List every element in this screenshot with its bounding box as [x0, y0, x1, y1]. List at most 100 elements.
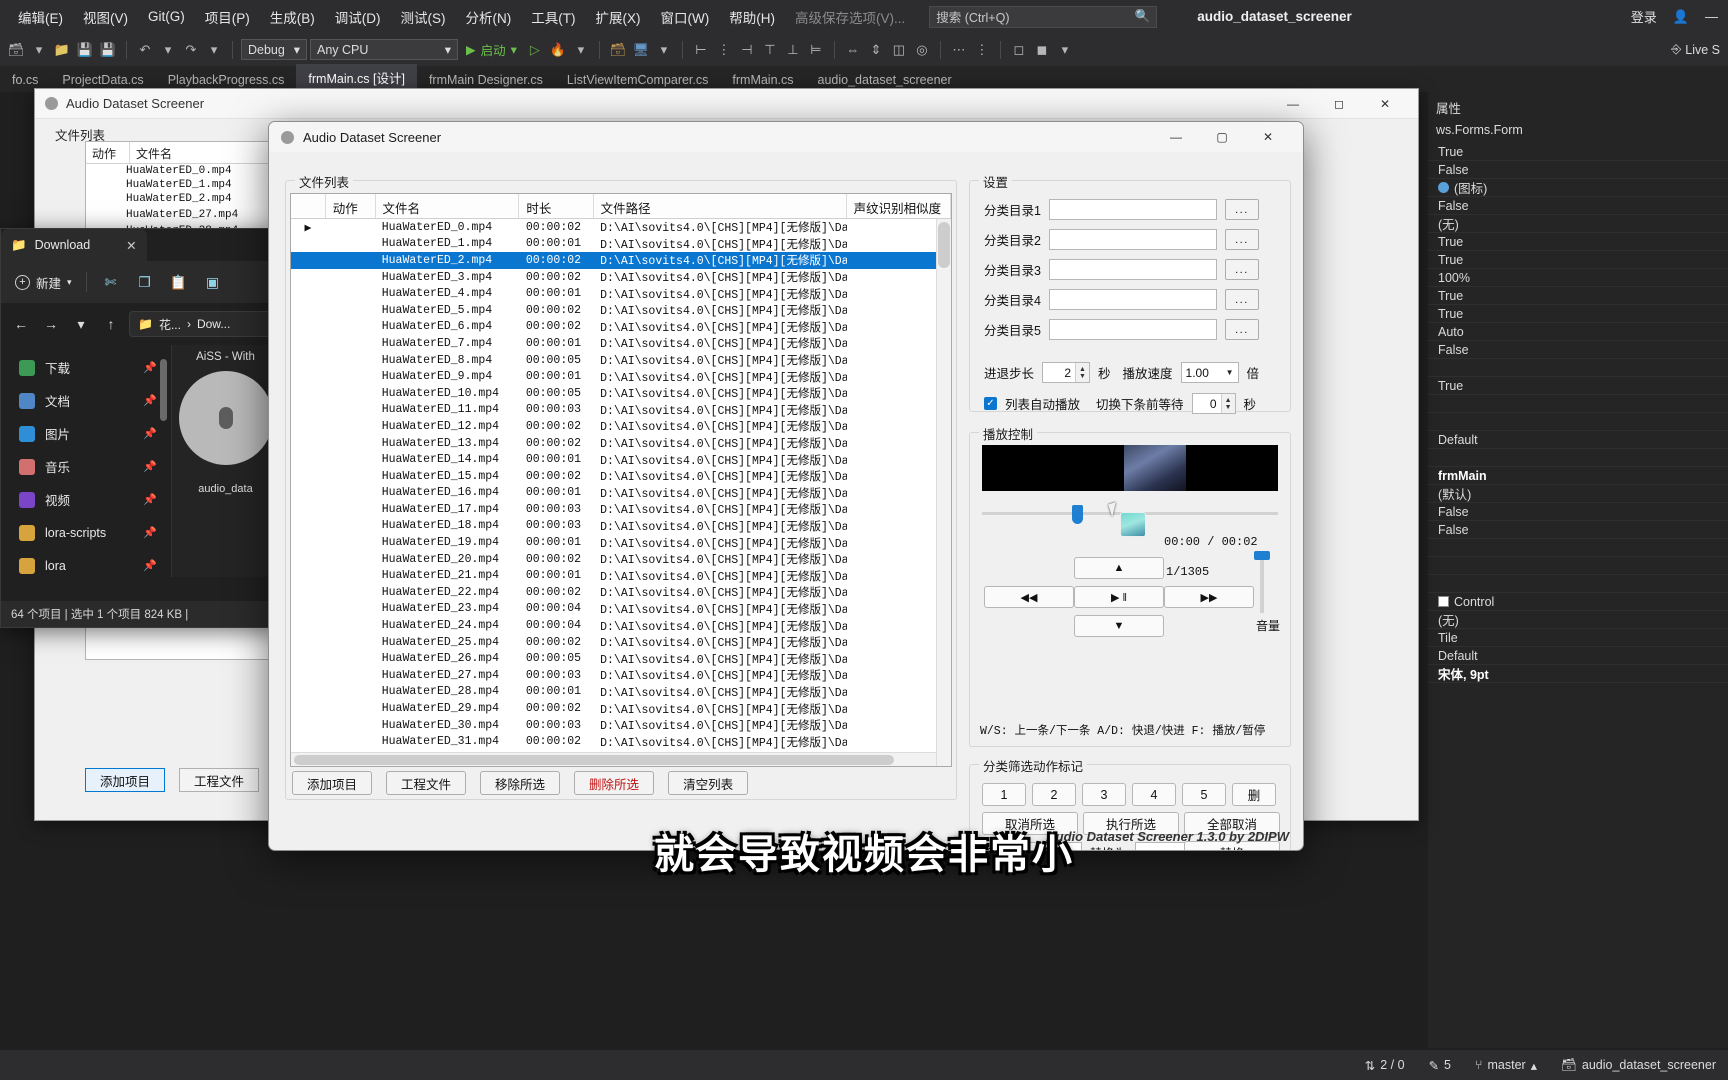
category-dir-browse-4[interactable]: ...: [1224, 289, 1259, 310]
table-row[interactable]: HuaWaterED_4.mp4 00:00:01 D:\AI\sovits4.0\…: [291, 285, 951, 302]
paste-icon[interactable]: 📋: [163, 270, 195, 294]
explorer-new-button[interactable]: + 新建 ▾: [9, 273, 78, 292]
align-centers-icon[interactable]: ⋮: [714, 40, 734, 60]
breadcrumb-item-2[interactable]: Dow...: [197, 317, 230, 331]
file-listview-hscroll-thumb[interactable]: [294, 755, 894, 765]
volume-slider-thumb[interactable]: [1254, 551, 1270, 560]
property-row[interactable]: (无): [1428, 611, 1728, 629]
property-row[interactable]: 宋体, 9pt: [1428, 665, 1728, 683]
property-row[interactable]: False: [1428, 341, 1728, 359]
align-middles-icon[interactable]: ⊥: [783, 40, 803, 60]
file-listview-vscrollbar[interactable]: [936, 219, 951, 766]
status-pending-changes[interactable]: ⇅ 2 / 0: [1353, 1058, 1417, 1073]
toolbar-overflow-icon[interactable]: ▾: [1055, 40, 1075, 60]
table-row[interactable]: HuaWaterED_25.mp4 00:00:02 D:\AI\sovits4.0…: [291, 634, 951, 651]
pin-icon[interactable]: 📌: [143, 460, 157, 473]
dialog-titlebar[interactable]: Audio Dataset Screener — ▢ ✕: [269, 122, 1303, 152]
pin-icon[interactable]: 📌: [143, 559, 157, 572]
open-folder-icon[interactable]: 📁: [52, 40, 72, 60]
property-row[interactable]: Default: [1428, 431, 1728, 449]
chevron-down-icon[interactable]: ▾: [204, 40, 224, 60]
table-row[interactable]: HuaWaterED_13.mp4 00:00:02 D:\AI\sovits4.0…: [291, 435, 951, 452]
column-action[interactable]: 动作: [326, 194, 376, 218]
menu-item-project[interactable]: 项目(P): [195, 3, 260, 31]
pin-icon[interactable]: 📌: [143, 394, 157, 407]
table-row[interactable]: HuaWaterED_18.mp4 00:00:03 D:\AI\sovits4.0…: [291, 518, 951, 535]
background-close-button[interactable]: ✕: [1362, 89, 1408, 119]
category-dir-browse-5[interactable]: ...: [1224, 319, 1259, 340]
category-dir-input-5[interactable]: [1048, 319, 1217, 340]
category-dir-input-3[interactable]: [1048, 259, 1217, 280]
column-duration[interactable]: 时长: [519, 194, 594, 218]
menu-item-debug[interactable]: 调试(D): [325, 3, 391, 31]
category-dir-input-4[interactable]: [1048, 289, 1217, 310]
property-row[interactable]: True: [1428, 287, 1728, 305]
table-row[interactable]: HuaWaterED_29.mp4 00:00:02 D:\AI\sovits4.0…: [291, 700, 951, 717]
autoplay-checkbox[interactable]: ✓: [984, 397, 997, 410]
menu-item-tools[interactable]: 工具(T): [521, 3, 585, 31]
table-row[interactable]: HuaWaterED_9.mp4 00:00:01 D:\AI\sovits4.0\…: [291, 368, 951, 385]
table-row[interactable]: HuaWaterED_21.mp4 00:00:01 D:\AI\sovits4.0…: [291, 567, 951, 584]
explorer-file-name[interactable]: audio_data: [172, 483, 279, 495]
video-preview[interactable]: [982, 445, 1278, 491]
table-row[interactable]: HuaWaterED_19.mp4 00:00:01 D:\AI\sovits4.0…: [291, 534, 951, 551]
column-similarity[interactable]: 声纹识别相似度: [847, 194, 951, 218]
project-file-button[interactable]: 工程文件: [386, 771, 467, 795]
file-listview[interactable]: 动作 文件名 时长 文件路径 声纹识别相似度 ▶ HuaWaterED_0.mp4…: [290, 193, 952, 767]
column-indicator[interactable]: [291, 194, 326, 218]
make-same-size-icon[interactable]: ◫: [889, 40, 909, 60]
property-row[interactable]: False: [1428, 521, 1728, 539]
back-icon[interactable]: ←: [9, 312, 33, 336]
chevron-down-icon[interactable]: ▾: [654, 40, 674, 60]
play-pause-button[interactable]: ▶ ‖: [1074, 586, 1164, 608]
file-explorer-window[interactable]: 📁 Download ✕ + 新建 ▾ ✄ ❐ 📋 ▣ ← → ▾ ↑ 📁 花.…: [0, 228, 280, 628]
property-row[interactable]: True: [1428, 143, 1728, 161]
align-tops-icon[interactable]: ⊤: [760, 40, 780, 60]
explorer-content-pane[interactable]: AiSS - With audio_data: [171, 345, 279, 577]
table-row[interactable]: HuaWaterED_10.mp4 00:00:05 D:\AI\sovits4.0…: [291, 385, 951, 402]
category-dir-input-2[interactable]: [1048, 229, 1217, 250]
chevron-down-icon[interactable]: ▾: [29, 40, 49, 60]
sidebar-item-lora-scripts[interactable]: lora-scripts 📌: [1, 516, 171, 549]
make-same-height-icon[interactable]: ⇕: [866, 40, 886, 60]
category-dir-browse-3[interactable]: ...: [1224, 259, 1259, 280]
property-row[interactable]: [1428, 395, 1728, 413]
align-bottoms-icon[interactable]: ⊨: [806, 40, 826, 60]
prev-track-button[interactable]: ▲: [1074, 557, 1164, 579]
property-row[interactable]: [1428, 557, 1728, 575]
save-all-icon[interactable]: 💾: [98, 40, 118, 60]
remove-selected-button[interactable]: 移除所选: [480, 771, 561, 795]
background-maximize-button[interactable]: ◻: [1316, 89, 1362, 119]
platform-combo[interactable]: Any CPU ▾: [310, 39, 458, 60]
property-row[interactable]: False: [1428, 161, 1728, 179]
sidebar-item-下载[interactable]: 下载 📌: [1, 351, 171, 384]
menu-item-test[interactable]: 测试(S): [391, 3, 456, 31]
property-grid[interactable]: True False (图标) False (无) True True 100% True Tru…: [1428, 143, 1728, 683]
cut-icon[interactable]: ✄: [95, 270, 127, 294]
background-add-item-button[interactable]: 添加项目: [85, 768, 166, 792]
table-row[interactable]: HuaWaterED_28.mp4 00:00:01 D:\AI\sovits4.0…: [291, 684, 951, 701]
table-row[interactable]: HuaWaterED_7.mp4 00:00:01 D:\AI\sovits4.0\…: [291, 335, 951, 352]
property-row[interactable]: False: [1428, 503, 1728, 521]
start-debug-button[interactable]: ▶ 启动 ▾: [461, 40, 522, 59]
forward-icon[interactable]: →: [39, 312, 63, 336]
table-row[interactable]: HuaWaterED_14.mp4 00:00:01 D:\AI\sovits4.0…: [291, 451, 951, 468]
build-configuration-combo[interactable]: Debug ▾: [241, 39, 307, 60]
explorer-tab-close-icon[interactable]: ✕: [126, 238, 136, 253]
speed-combo[interactable]: 1.00 ▼: [1180, 362, 1239, 383]
delete-selected-button[interactable]: 删除所选: [574, 771, 655, 795]
property-row[interactable]: [1428, 449, 1728, 467]
horizontal-spacing-icon[interactable]: ⋯: [949, 40, 969, 60]
mark-button-1[interactable]: 1: [982, 783, 1026, 806]
property-row[interactable]: Default: [1428, 647, 1728, 665]
send-to-back-icon[interactable]: ◼: [1032, 40, 1052, 60]
status-branch[interactable]: ⑂ master ▴: [1463, 1058, 1549, 1073]
category-dir-browse-1[interactable]: ...: [1224, 199, 1259, 220]
menu-item-help[interactable]: 帮助(H): [719, 3, 785, 31]
property-row[interactable]: 100%: [1428, 269, 1728, 287]
menu-item-build[interactable]: 生成(B): [260, 3, 325, 31]
redo-icon[interactable]: ↷: [181, 40, 201, 60]
category-dir-input-1[interactable]: [1048, 199, 1217, 220]
rename-icon[interactable]: ▣: [197, 270, 229, 294]
step-spinner[interactable]: 2 ▲ ▼: [1042, 362, 1091, 383]
